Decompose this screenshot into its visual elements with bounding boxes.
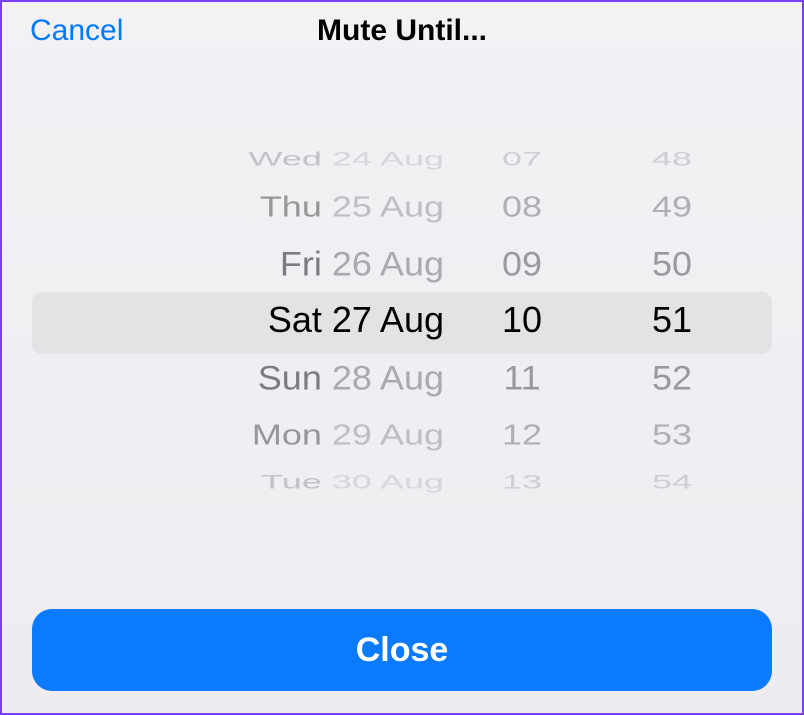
hour-column[interactable]: 07 08 09 10 11 12 13	[462, 120, 582, 520]
picker-item-hour-selected[interactable]: 10	[502, 292, 542, 349]
picker-item-minute[interactable]: 50	[652, 236, 692, 290]
datetime-picker[interactable]: Wed 24 Aug Thu 25 Aug Fri 26 Aug Sat 27 …	[32, 120, 772, 520]
picker-item-minute[interactable]: 52	[652, 350, 692, 404]
picker-item-date[interactable]: Mon 29 Aug	[252, 411, 444, 457]
minute-column[interactable]: 48 49 50 51 52 53 54	[582, 120, 762, 520]
picker-item-date[interactable]: Tue 30 Aug	[261, 471, 444, 492]
picker-item-hour[interactable]: 07	[502, 148, 542, 169]
picker-item-hour[interactable]: 11	[503, 350, 540, 404]
picker-item-minute[interactable]: 54	[652, 471, 692, 492]
picker-item-hour[interactable]: 13	[502, 471, 542, 492]
picker-item-minute-selected[interactable]: 51	[652, 292, 692, 349]
picker-item-hour[interactable]: 09	[502, 236, 542, 290]
date-column[interactable]: Wed 24 Aug Thu 25 Aug Fri 26 Aug Sat 27 …	[32, 120, 462, 520]
picker-item-date-selected[interactable]: Sat 27 Aug	[268, 292, 444, 349]
picker-item-minute[interactable]: 49	[652, 183, 692, 229]
picker-item-date[interactable]: Sun 28 Aug	[258, 350, 444, 404]
picker-item-minute[interactable]: 53	[652, 411, 692, 457]
picker-item-hour[interactable]: 08	[502, 183, 542, 229]
picker-item-hour[interactable]: 12	[502, 411, 542, 457]
page-title: Mute Until...	[317, 14, 487, 48]
header: Cancel Mute Until...	[2, 2, 802, 60]
picker-item-minute[interactable]: 48	[652, 148, 692, 169]
cancel-button[interactable]: Cancel	[30, 14, 123, 48]
close-button[interactable]: Close	[32, 609, 772, 691]
picker-item-date[interactable]: Wed 24 Aug	[248, 148, 444, 169]
picker-item-date[interactable]: Thu 25 Aug	[260, 183, 444, 229]
picker-item-date[interactable]: Fri 26 Aug	[280, 236, 444, 290]
